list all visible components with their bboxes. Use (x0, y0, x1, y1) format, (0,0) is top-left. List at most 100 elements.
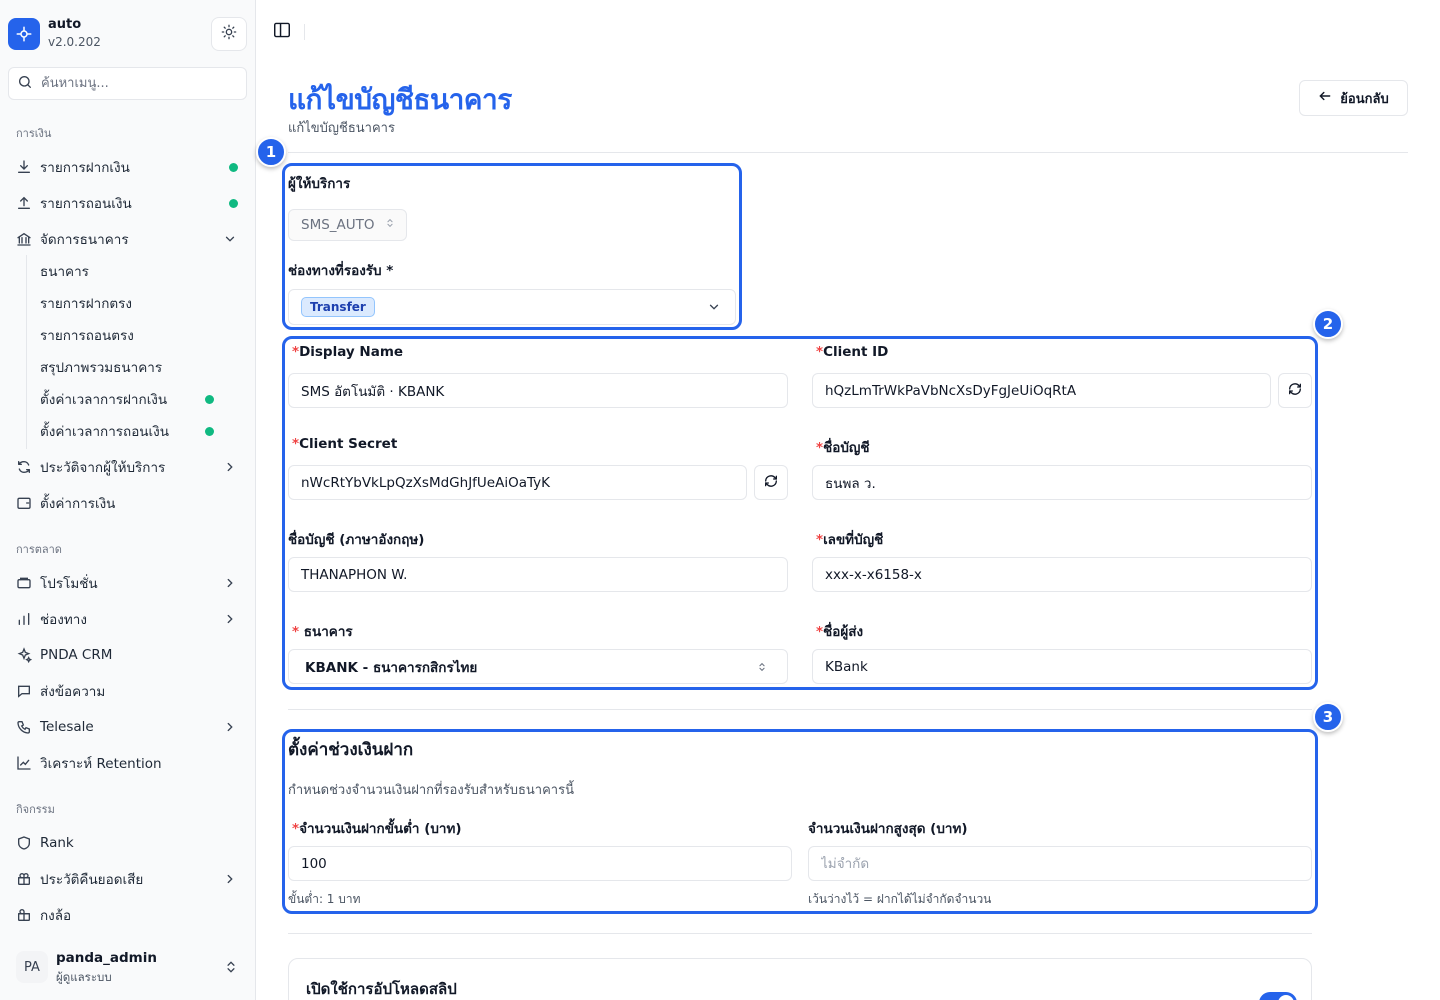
page-title: แก้ไขบัญชีธนาคาร (288, 83, 512, 116)
download-icon (16, 159, 32, 175)
sidebar: auto v2.0.202 การเงิน รายการฝากเงิน รายก… (0, 0, 256, 1000)
sidebar-item-rank[interactable]: Rank (8, 827, 248, 859)
display-name-label: *Display Name (292, 344, 403, 360)
subitem-label: รายการฝากตรง (40, 296, 133, 312)
sidebar-item-finance-settings[interactable]: ตั้งค่าการเงิน (8, 487, 248, 519)
shield-icon (16, 835, 32, 851)
sidebar-item-bank-manage[interactable]: จัดการธนาคาร (8, 223, 248, 255)
deposit-range-description: กำหนดช่วงจำนวนเงินฝากที่รองรับสำหรับธนาค… (288, 783, 574, 798)
gift-box-icon (16, 907, 32, 923)
theme-toggle-button[interactable] (211, 17, 247, 51)
sidebar-item-deposits[interactable]: รายการฝากเงิน (8, 151, 248, 183)
required-mark: * (292, 344, 300, 360)
min-deposit-field[interactable]: 100 (288, 846, 792, 881)
section-label-finance: การเงิน (16, 127, 52, 140)
sun-icon (221, 24, 237, 44)
sender-name-field[interactable]: KBank (812, 649, 1312, 684)
max-deposit-label: จำนวนเงินฝากสูงสุด (บาท) (808, 821, 968, 837)
menu-search-input[interactable] (41, 76, 231, 91)
regenerate-client-secret-button[interactable] (754, 465, 788, 500)
account-name-en-field[interactable]: THANAPHON W. (288, 557, 788, 592)
sender-name-value: KBank (825, 658, 868, 675)
chevron-right-icon (222, 871, 238, 887)
display-name-field[interactable]: SMS อัตโนมัติ · KBANK (288, 373, 788, 408)
sidebar-subitem-banks[interactable]: ธนาคาร (40, 255, 230, 287)
label-text: ธนาคาร (299, 624, 353, 640)
required-mark: * (816, 440, 824, 456)
menu-search[interactable] (8, 67, 247, 100)
sidebar-item-channels[interactable]: ช่องทาง (8, 603, 248, 635)
provider-label: ผู้ให้บริการ (288, 176, 351, 192)
sidebar-item-gacha[interactable]: กงล้อ (8, 899, 248, 931)
channel-tag-transfer[interactable]: Transfer (301, 297, 375, 317)
sidebar-item-retention[interactable]: วิเคราะห์ Retention (8, 747, 248, 779)
bank-icon (16, 231, 32, 247)
sidebar-item-crm[interactable]: PNDA CRM (8, 639, 248, 671)
refresh-icon (763, 473, 779, 493)
status-dot (229, 163, 238, 172)
sidebar-item-label: Telesale (40, 719, 94, 735)
client-secret-field[interactable]: nWcRtYbVkLpQzXsMdGhJfUeAiOaTyK (288, 465, 747, 500)
min-deposit-label: *จำนวนเงินฝากขั้นต่ำ (บาท) (292, 817, 462, 839)
sidebar-item-label: ตั้งค่าการเงิน (40, 496, 116, 512)
back-button[interactable]: ย้อนกลับ (1299, 80, 1408, 116)
status-dot (205, 427, 214, 436)
chevron-up-down-icon (385, 217, 395, 233)
client-id-value: hQzLmTrWkPaVbNcXsDyFgJeUiOqRtA (825, 382, 1077, 399)
user-name: panda_admin (56, 950, 157, 966)
label-text: จำนวนเงินฝากขั้นต่ำ (บาท) (299, 821, 462, 837)
header-divider (288, 152, 1408, 153)
bank-value: KBANK - ธนาคารกสิกรไทย (305, 659, 478, 676)
sidebar-toggle-button[interactable] (272, 22, 292, 41)
sidebar-item-label: ประวัติคืนยอดเสีย (40, 872, 144, 888)
sidebar-item-promotions[interactable]: โปรโมชั่น (8, 567, 248, 599)
slip-upload-card: เปิดใช้การอัปโหลดสลิป (288, 958, 1312, 1000)
user-role: ผู้ดูแลระบบ (56, 970, 112, 984)
provider-select[interactable]: SMS_AUTO (288, 209, 407, 241)
message-icon (16, 683, 32, 699)
step-badge-2: 2 (1313, 309, 1343, 339)
max-deposit-field[interactable] (808, 846, 1312, 881)
submenu-line (26, 255, 27, 449)
user-menu[interactable]: PA panda_admin ผู้ดูแลระบบ (8, 944, 248, 990)
back-button-label: ย้อนกลับ (1340, 91, 1389, 107)
sidebar-item-label: รายการถอนเงิน (40, 196, 132, 212)
client-id-field[interactable]: hQzLmTrWkPaVbNcXsDyFgJeUiOqRtA (812, 373, 1271, 408)
sidebar-item-provider-history[interactable]: ประวัติจากผู้ให้บริการ (8, 451, 248, 483)
slip-upload-toggle[interactable] (1259, 992, 1297, 1000)
regenerate-client-id-button[interactable] (1278, 373, 1312, 408)
sidebar-item-messages[interactable]: ส่งข้อความ (8, 675, 248, 707)
required-mark: * (292, 821, 300, 837)
provider-value: SMS_AUTO (301, 217, 375, 233)
sidebar-item-label: วิเคราะห์ Retention (40, 756, 162, 772)
bank-select[interactable]: KBANK - ธนาคารกสิกรไทย (288, 649, 788, 684)
sidebar-subitem-direct-withdrawals[interactable]: รายการถอนตรง (40, 319, 230, 351)
account-name-field[interactable]: ธนพล ว. (812, 465, 1312, 500)
search-icon (17, 74, 33, 94)
sidebar-subitem-deposit-time[interactable]: ตั้งค่าเวลาการฝากเงิน (40, 383, 230, 415)
sidebar-item-loss-refund[interactable]: ประวัติคืนยอดเสีย (8, 863, 248, 895)
account-number-field[interactable]: xxx-x-x6158-x (812, 557, 1312, 592)
section-label-activities: กิจกรรม (16, 803, 55, 816)
client-secret-label: *Client Secret (292, 436, 397, 452)
channels-select[interactable]: Transfer (288, 289, 736, 325)
max-deposit-input[interactable] (821, 855, 1311, 872)
sidebar-subitem-bank-summary[interactable]: สรุปภาพรวมธนาคาร (40, 351, 230, 383)
sparkles-icon (16, 647, 32, 663)
section-divider (288, 709, 1312, 710)
app-logo-icon (8, 18, 40, 50)
sidebar-item-telesale[interactable]: Telesale (8, 711, 248, 743)
account-number-value: xxx-x-x6158-x (825, 566, 922, 583)
sidebar-subitem-direct-deposits[interactable]: รายการฝากตรง (40, 287, 230, 319)
page-subtitle: แก้ไขบัญชีธนาคาร (288, 121, 395, 136)
sidebar-item-label: Rank (40, 835, 74, 851)
sender-name-label: *ชื่อผู้ส่ง (816, 620, 863, 642)
sidebar-subitem-withdraw-time[interactable]: ตั้งค่าเวลาการถอนเงิน (40, 415, 230, 447)
display-name-value: SMS อัตโนมัติ · KBANK (301, 383, 445, 400)
app-version: v2.0.202 (48, 35, 101, 49)
sidebar-item-label: PNDA CRM (40, 647, 113, 663)
sidebar-item-withdrawals[interactable]: รายการถอนเงิน (8, 187, 248, 219)
required-mark: * (816, 344, 824, 360)
client-secret-value: nWcRtYbVkLpQzXsMdGhJfUeAiOaTyK (301, 474, 550, 491)
client-id-label: *Client ID (816, 344, 888, 360)
